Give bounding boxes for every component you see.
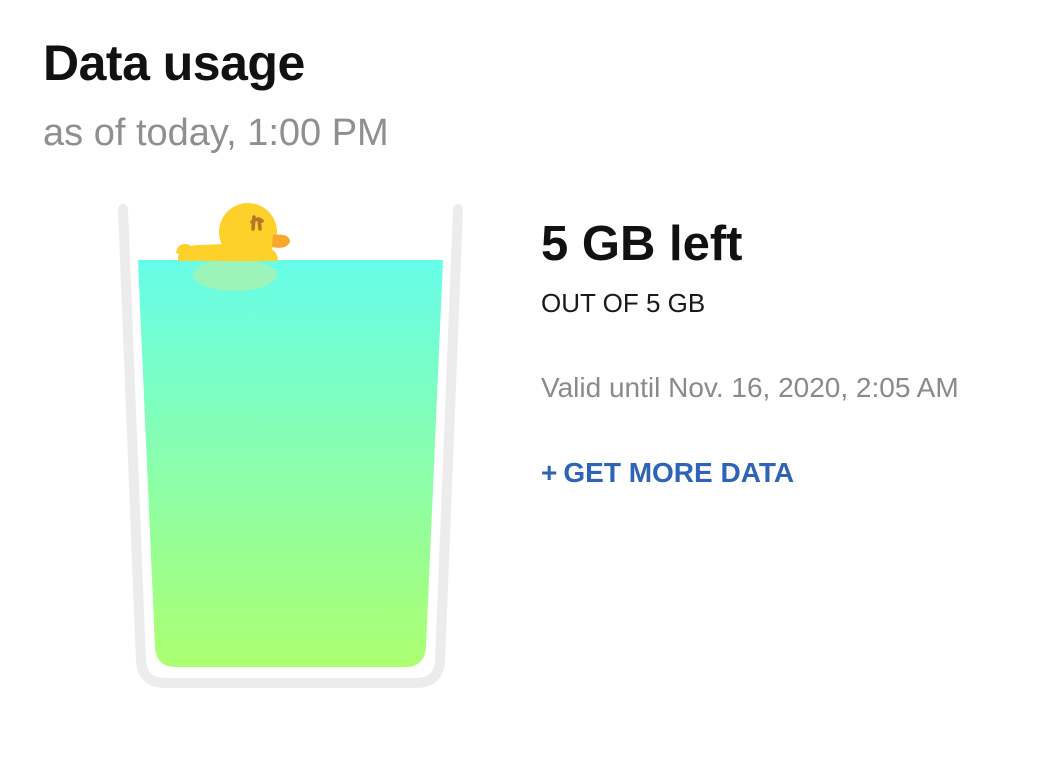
data-level-fill [138, 260, 443, 667]
data-remaining: 5 GB left [541, 217, 743, 271]
data-total: OUT OF 5 GB [541, 288, 706, 318]
glass-svg [118, 203, 463, 688]
plus-icon: + [541, 457, 558, 488]
data-usage-card: Data usage as of today, 1:00 PM 5 GB lef… [0, 0, 1043, 758]
get-more-data-label: GET MORE DATA [563, 457, 795, 488]
usage-timestamp: as of today, 1:00 PM [43, 112, 389, 154]
validity-date: Valid until Nov. 16, 2020, 2:05 AM [541, 372, 959, 403]
glass-illustration [110, 195, 470, 695]
get-more-data-button[interactable]: + GET MORE DATA [541, 459, 794, 487]
page-title: Data usage [43, 35, 305, 91]
